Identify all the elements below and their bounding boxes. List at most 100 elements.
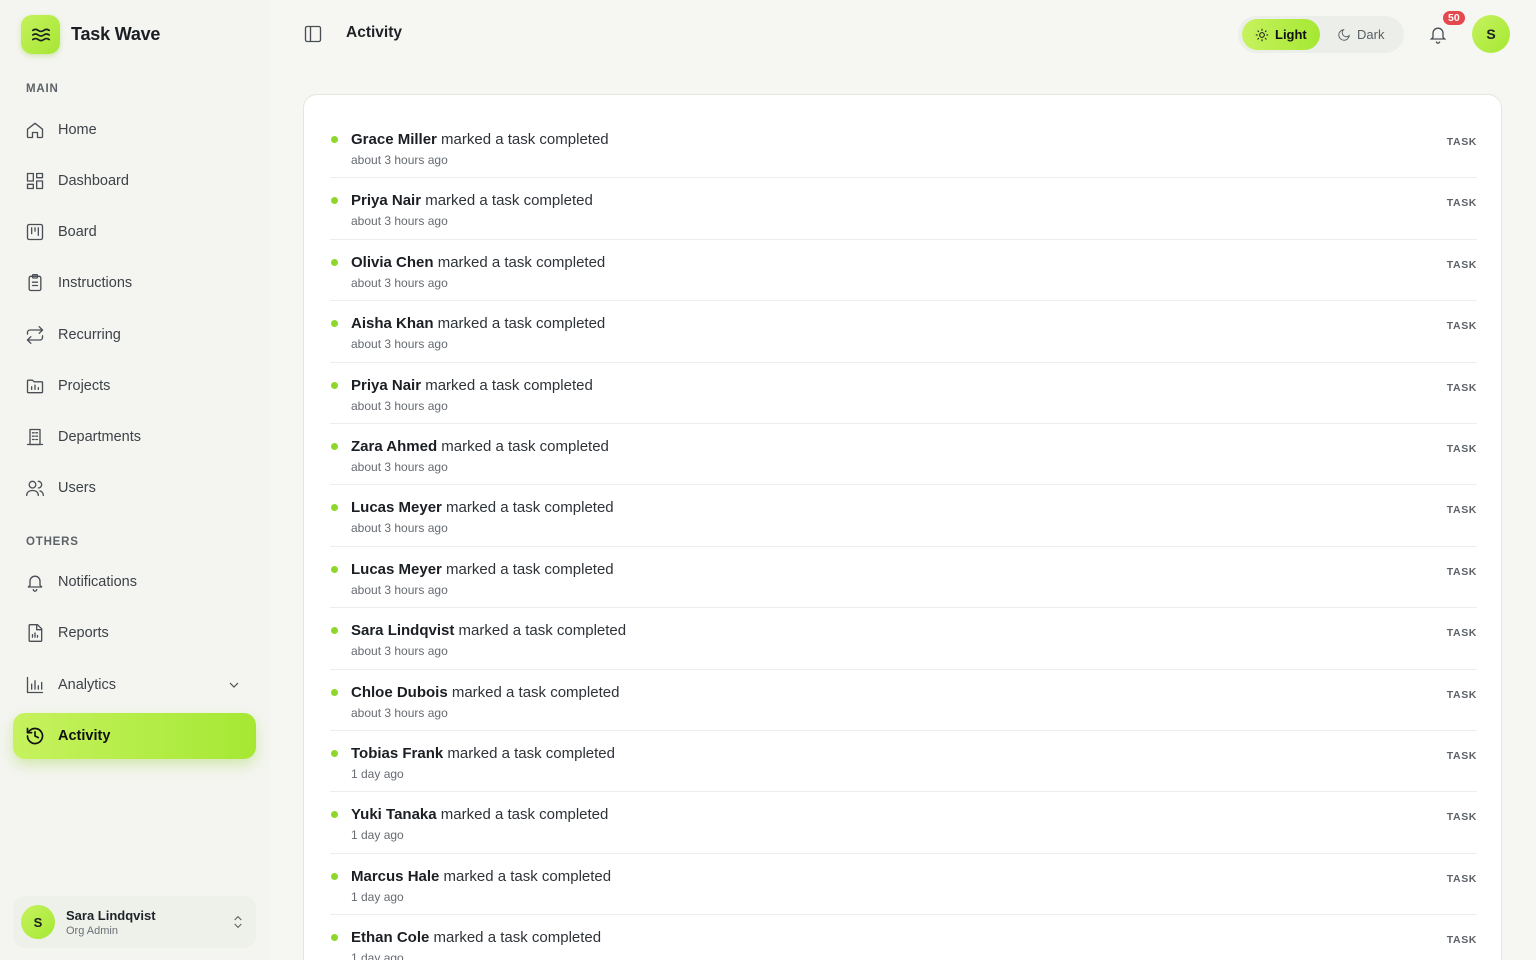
- activity-text: Lucas Meyer marked a task completed: [351, 561, 614, 578]
- activity-actor[interactable]: Tobias Frank: [351, 745, 443, 762]
- sidebar-item-users[interactable]: Users: [13, 465, 256, 511]
- status-dot: [331, 934, 338, 942]
- activity-action: marked a task completed: [439, 867, 612, 885]
- section-label-others: OTHERS: [26, 536, 79, 548]
- activity-row[interactable]: Lucas Meyer marked a task completed about…: [330, 547, 1477, 609]
- sidebar-item-label: Reports: [58, 625, 109, 641]
- status-dot: [331, 197, 338, 205]
- sidebar-item-notifications[interactable]: Notifications: [13, 559, 256, 605]
- activity-time: 1 day ago: [351, 951, 404, 960]
- sidebar-toggle-icon[interactable]: [303, 24, 323, 44]
- activity-actor[interactable]: Priya Nair: [351, 192, 421, 209]
- activity-row[interactable]: Aisha Khan marked a task completed about …: [330, 301, 1477, 363]
- user-role: Org Admin: [66, 924, 118, 937]
- activity-row[interactable]: Ethan Cole marked a task completed 1 day …: [330, 915, 1477, 960]
- status-dot: [331, 749, 338, 757]
- activity-actor[interactable]: Grace Miller: [351, 131, 437, 148]
- activity-actor[interactable]: Sara Lindqvist: [351, 622, 454, 639]
- activity-row[interactable]: Yuki Tanaka marked a task completed 1 day…: [330, 792, 1477, 854]
- brand[interactable]: Task Wave: [21, 15, 160, 54]
- status-dot: [331, 872, 338, 880]
- activity-text: Marcus Hale marked a task completed: [351, 868, 611, 885]
- board-icon: [25, 222, 45, 242]
- activity-row[interactable]: Priya Nair marked a task completed about …: [330, 178, 1477, 240]
- activity-time: about 3 hours ago: [351, 275, 448, 290]
- sidebar-item-activity[interactable]: Activity: [13, 713, 256, 759]
- activity-actor[interactable]: Ethan Cole: [351, 929, 429, 946]
- sidebar-item-label: Recurring: [58, 327, 121, 343]
- activity-row[interactable]: Tobias Frank marked a task completed 1 da…: [330, 731, 1477, 793]
- chevrons-up-down-icon[interactable]: [230, 913, 246, 931]
- activity-time: about 3 hours ago: [351, 705, 448, 720]
- notifications-bell-icon[interactable]: [1428, 24, 1448, 44]
- sidebar-item-label: Analytics: [58, 677, 117, 693]
- activity-row[interactable]: Chloe Dubois marked a task completed abou…: [330, 670, 1477, 731]
- activity-text: Sara Lindqvist marked a task completed: [351, 622, 626, 639]
- sidebar-item-dashboard[interactable]: Dashboard: [13, 158, 256, 204]
- theme-light-button[interactable]: Light: [1242, 19, 1320, 50]
- sidebar-item-reports[interactable]: Reports: [13, 610, 256, 656]
- sidebar-item-projects[interactable]: Projects: [13, 363, 256, 409]
- users-icon: [25, 478, 45, 498]
- activity-actor[interactable]: Aisha Khan: [351, 315, 434, 332]
- activity-actor[interactable]: Priya Nair: [351, 377, 421, 394]
- sidebar-item-label: Dashboard: [58, 173, 129, 189]
- activity-type-tag: TASK: [1446, 197, 1477, 210]
- sidebar-item-recurring[interactable]: Recurring: [13, 312, 256, 358]
- activity-text: Lucas Meyer marked a task completed: [351, 499, 614, 516]
- activity-row[interactable]: Lucas Meyer marked a task completed about…: [330, 485, 1477, 547]
- activity-text: Zara Ahmed marked a task completed: [351, 438, 609, 455]
- header-avatar[interactable]: S: [1472, 15, 1510, 53]
- brand-name: Task Wave: [71, 24, 161, 44]
- activity-row[interactable]: Marcus Hale marked a task completed 1 day…: [330, 854, 1477, 916]
- activity-row[interactable]: Priya Nair marked a task completed about …: [330, 363, 1477, 424]
- activity-actor[interactable]: Lucas Meyer: [351, 561, 442, 578]
- activity-actor[interactable]: Zara Ahmed: [351, 438, 437, 455]
- activity-action: marked a task completed: [429, 929, 602, 947]
- sidebar-item-home[interactable]: Home: [13, 107, 256, 153]
- activity-action: marked a task completed: [447, 683, 620, 701]
- folder-chart-icon: [25, 376, 45, 396]
- bell-icon: [25, 572, 45, 592]
- theme-light-label: Light: [1275, 27, 1307, 42]
- activity-action: marked a task completed: [421, 192, 593, 210]
- activity-text: Aisha Khan marked a task completed: [351, 315, 605, 332]
- activity-row[interactable]: Olivia Chen marked a task completed about…: [330, 240, 1477, 302]
- activity-type-tag: TASK: [1446, 381, 1477, 394]
- activity-text: Grace Miller marked a task completed: [351, 131, 609, 148]
- user-menu[interactable]: S Sara Lindqvist Org Admin: [13, 896, 256, 948]
- activity-actor[interactable]: Marcus Hale: [351, 868, 439, 885]
- activity-actor[interactable]: Olivia Chen: [351, 254, 434, 271]
- activity-action: marked a task completed: [454, 622, 627, 640]
- wave-logo-icon: [21, 15, 60, 54]
- bar-chart-icon: [25, 675, 45, 695]
- activity-actor[interactable]: Chloe Dubois: [351, 684, 448, 701]
- sidebar-item-board[interactable]: Board: [13, 209, 256, 255]
- chevron-down-icon[interactable]: [226, 677, 242, 693]
- activity-row[interactable]: Grace Miller marked a task completed abou…: [330, 117, 1477, 179]
- clipboard-icon: [25, 273, 45, 293]
- sidebar-item-label: Board: [58, 224, 97, 240]
- theme-switch: Light Dark: [1238, 16, 1404, 53]
- activity-action: marked a task completed: [441, 560, 614, 578]
- activity-type-tag: TASK: [1446, 565, 1477, 578]
- user-name: Sara Lindqvist: [66, 907, 156, 923]
- activity-time: about 3 hours ago: [351, 644, 448, 659]
- sidebar-item-analytics[interactable]: Analytics: [13, 662, 256, 708]
- activity-row[interactable]: Sara Lindqvist marked a task completed ab…: [330, 608, 1477, 670]
- activity-actor[interactable]: Lucas Meyer: [351, 499, 442, 516]
- section-label-main: MAIN: [26, 83, 59, 95]
- theme-dark-button[interactable]: Dark: [1324, 19, 1397, 50]
- activity-time: 1 day ago: [351, 766, 404, 781]
- activity-type-tag: TASK: [1446, 320, 1477, 333]
- sidebar-item-departments[interactable]: Departments: [13, 414, 256, 460]
- activity-text: Ethan Cole marked a task completed: [351, 929, 601, 946]
- sidebar-item-instructions[interactable]: Instructions: [13, 260, 256, 306]
- activity-action: marked a task completed: [436, 131, 609, 148]
- status-dot: [331, 320, 338, 328]
- activity-time: about 3 hours ago: [351, 337, 448, 352]
- activity-row[interactable]: Zara Ahmed marked a task completed about …: [330, 424, 1477, 486]
- activity-type-tag: TASK: [1446, 872, 1477, 885]
- activity-action: marked a task completed: [433, 315, 606, 333]
- activity-actor[interactable]: Yuki Tanaka: [351, 806, 437, 823]
